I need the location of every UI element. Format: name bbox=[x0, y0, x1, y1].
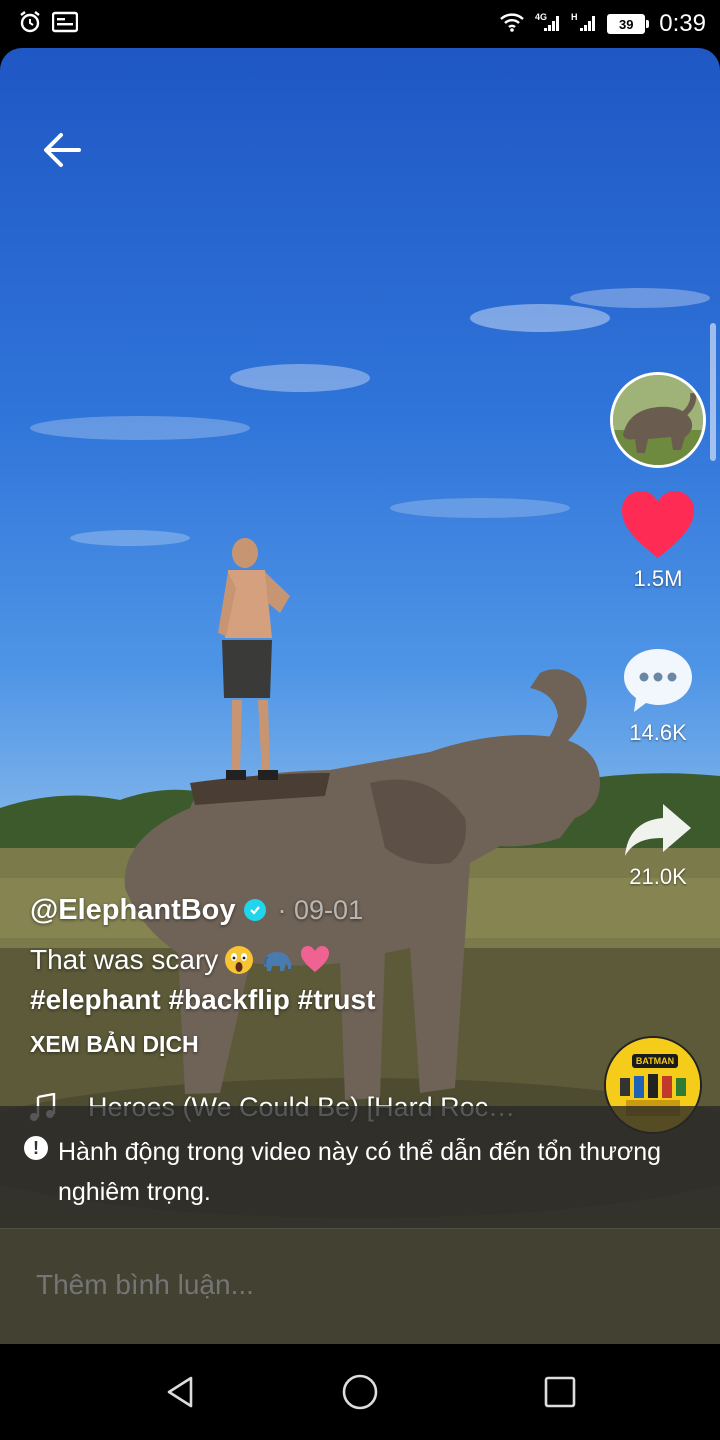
nav-recents-button[interactable] bbox=[536, 1368, 584, 1416]
author-handle[interactable]: @ElephantBoy bbox=[30, 894, 236, 927]
scroll-indicator bbox=[710, 323, 716, 461]
comment-bubble-icon bbox=[624, 649, 692, 712]
post-date: · 09-01 bbox=[277, 894, 364, 925]
comment-bar bbox=[0, 1228, 720, 1344]
signal-icon: H bbox=[571, 11, 597, 38]
battery-level: 39 bbox=[607, 14, 646, 34]
status-right: 4G H 39 0:39 bbox=[499, 10, 706, 38]
gallery-icon bbox=[51, 11, 79, 38]
battery-icon: 39 bbox=[607, 14, 650, 34]
warning-text: Hành động trong video này có thể dẫn đến… bbox=[58, 1138, 662, 1206]
heart-icon bbox=[622, 491, 694, 558]
hashtags[interactable]: #elephant #backflip #trust bbox=[30, 980, 590, 1020]
elephant-emoji-icon bbox=[264, 952, 292, 971]
comment-count: 14.6K bbox=[629, 720, 687, 745]
caption-block: @ElephantBoy · 09-01 That was scary #ele… bbox=[30, 888, 590, 1062]
system-nav-bar bbox=[0, 1344, 720, 1440]
heart-emoji-icon bbox=[301, 946, 330, 972]
nav-home-button[interactable] bbox=[336, 1368, 384, 1416]
circle-home-icon bbox=[342, 1374, 378, 1410]
share-count: 21.0K bbox=[629, 864, 687, 889]
elephant-avatar-image bbox=[613, 375, 703, 465]
album-title: BATMAN bbox=[632, 1054, 678, 1068]
comment-input[interactable] bbox=[36, 1269, 636, 1301]
translate-link[interactable]: XEM BẢN DỊCH bbox=[30, 1026, 590, 1062]
exclamation-icon: ! bbox=[24, 1136, 48, 1160]
triangle-back-icon bbox=[167, 1376, 193, 1408]
like-count: 1.5M bbox=[633, 566, 683, 591]
svg-text:H: H bbox=[571, 12, 578, 22]
author-line: @ElephantBoy · 09-01 bbox=[30, 888, 590, 932]
status-bar: 4G H 39 0:39 bbox=[0, 0, 720, 48]
like-button[interactable]: 1.5M bbox=[610, 490, 706, 592]
arrow-left-icon bbox=[44, 133, 81, 167]
nav-back-button[interactable] bbox=[156, 1368, 204, 1416]
verified-badge-icon bbox=[243, 899, 266, 921]
scream-emoji-icon bbox=[225, 946, 254, 974]
wifi-icon bbox=[499, 11, 525, 38]
square-recents-icon bbox=[544, 1376, 576, 1408]
signal-4g-icon: 4G bbox=[535, 11, 561, 38]
share-button[interactable]: 21.0K bbox=[610, 802, 706, 890]
share-arrow-icon bbox=[625, 804, 691, 856]
comment-button[interactable]: 14.6K bbox=[610, 646, 706, 746]
alarm-icon bbox=[18, 10, 42, 39]
svg-text:4G: 4G bbox=[535, 12, 547, 22]
safety-warning-banner: ! Hành động trong video này có thể dẫn đ… bbox=[0, 1106, 720, 1228]
video-player[interactable]: 1.5M 14.6K 21.0K @ElephantBoy · 09-01 Th… bbox=[0, 48, 720, 1344]
author-avatar[interactable] bbox=[610, 372, 706, 468]
status-left bbox=[18, 10, 79, 39]
video-description: That was scary bbox=[30, 940, 590, 980]
description-text: That was scary bbox=[30, 944, 219, 975]
status-time: 0:39 bbox=[659, 10, 706, 37]
back-button[interactable] bbox=[36, 124, 88, 176]
